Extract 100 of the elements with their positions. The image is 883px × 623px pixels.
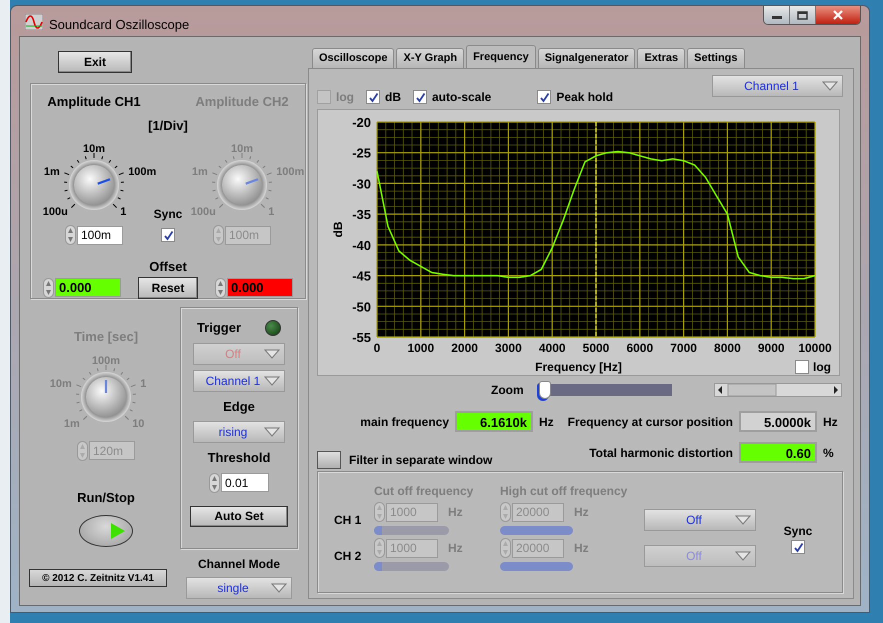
scale-label: 10m [82,143,106,155]
caret-icon [264,376,280,386]
unit-label: Hz [539,414,555,430]
spin-arrows-icon[interactable] [77,440,88,460]
slider-track[interactable] [500,562,573,571]
tab[interactable]: Extras [637,48,686,68]
checkbox-label: Peak hold [556,89,614,106]
axis-tick-label: 7000 [670,341,697,355]
column-title: High cut off frequency [500,483,628,500]
axis-tick-label: -30 [352,176,371,192]
spin-arrows-icon[interactable] [65,225,76,245]
dropdown[interactable]: rising [193,421,285,443]
sync-label: Sync [784,523,812,540]
axis-tick-label: 10000 [798,341,832,355]
scale-label: 1m [44,166,60,178]
auto-set-button[interactable]: Auto Set [190,506,288,526]
tab[interactable]: Frequency [466,45,536,68]
wave-icon [25,14,43,30]
dropdown[interactable]: Channel 1 [193,370,285,392]
zoom-slider[interactable] [539,381,672,399]
slider-track[interactable] [374,562,449,571]
axis-tick-label: 1000 [407,341,434,355]
dropdown[interactable]: single [186,577,292,599]
readout-field: 0.60 [739,442,817,463]
reset-button[interactable]: Reset [138,276,198,298]
spin-arrows-icon[interactable] [374,538,385,558]
channel-mode-label: Channel Mode [198,556,280,573]
axis-tick-label: 8000 [714,341,741,355]
scale-label: 100u [42,206,68,218]
scrollbar[interactable] [714,383,842,397]
checkbox[interactable] [795,360,809,374]
axis-tick-label: -40 [352,238,371,253]
spin-arrows-icon[interactable] [500,538,511,558]
readout-field: 6.1610k [455,411,533,432]
axis-tick-label: 6000 [626,341,654,355]
caret-icon [735,551,751,561]
axis-tick-label: -35 [352,207,371,222]
axis-tick-label: -55 [352,330,371,345]
spin-arrows-icon[interactable] [43,278,54,298]
row-label: CH 1 [334,512,362,529]
unit-label: Hz [448,540,463,557]
toggle-label: Filter in separate window [349,452,492,469]
close-button[interactable] [816,6,860,24]
toggle-button[interactable] [317,451,341,469]
play-icon [110,522,126,540]
checkbox-label: log [336,89,354,106]
cursor-line[interactable] [595,122,597,337]
exit-button[interactable]: Exit [58,51,132,73]
axis-tick-label: -45 [352,268,371,284]
tab[interactable]: X-Y Graph [396,48,464,68]
maximize-icon [797,10,808,20]
spin-arrows-icon[interactable] [209,472,220,492]
maximize-button[interactable] [790,6,816,24]
tab[interactable]: Oscilloscope [312,48,394,68]
trigger-label: Trigger [196,319,242,337]
spin-arrows-icon[interactable] [213,225,224,245]
spin-arrows-icon[interactable] [500,502,511,522]
column-title: Cut off frequency [374,483,474,500]
axis-tick-label: 3000 [495,341,522,355]
caret-icon [264,348,280,358]
axis-tick-label: 4000 [538,341,566,355]
slider-track[interactable] [374,526,449,535]
copyright-label: © 2012 C. Zeitnitz V1.41 [29,569,167,587]
unit-label: Hz [448,504,463,521]
axis-tick-label: 2000 [451,341,478,355]
edge-label: Edge [223,398,255,416]
number-field[interactable]: 0.000 [55,278,121,297]
number-field[interactable]: 0.000 [227,278,293,297]
unit-label: Hz [574,540,589,557]
checkbox[interactable] [413,90,427,104]
caret-icon [264,427,280,437]
tab[interactable]: Signalgenerator [538,48,636,68]
dropdown[interactable]: Channel 1 [712,75,843,97]
checkbox[interactable] [366,90,380,104]
axis-tick-label: 5000 [582,341,610,355]
checkbox[interactable] [161,228,175,242]
minimize-button[interactable] [764,6,790,24]
tab[interactable]: Settings [687,48,745,68]
zoom-label: Zoom [491,382,525,399]
readout-label: main frequency [360,414,449,430]
slider-track[interactable] [500,526,573,535]
number-field[interactable]: 100m [77,226,123,244]
number-field[interactable]: 0.01 [221,473,269,492]
axis-tick-label: -50 [352,299,371,314]
checkbox[interactable] [537,90,552,104]
checkbox-label: auto-scale [432,89,492,106]
spin-arrows-icon[interactable] [215,278,226,298]
offset-label: Offset [149,258,187,276]
spin-arrows-icon[interactable] [374,502,385,522]
readout-label: Total harmonic distortion [589,444,733,462]
row-label: CH 2 [334,548,362,565]
knob-pointer[interactable] [97,178,110,185]
axis-tick-label: -25 [352,146,371,161]
scale-label: 100m [128,166,156,178]
panel-title: Amplitude CH1 [47,93,141,111]
window-title: Soundcard Oszilloscope [49,16,190,34]
unit-label: Hz [823,414,839,430]
run-stop-button[interactable] [79,515,133,547]
caret-icon [822,81,838,91]
threshold-label: Threshold [208,449,270,467]
